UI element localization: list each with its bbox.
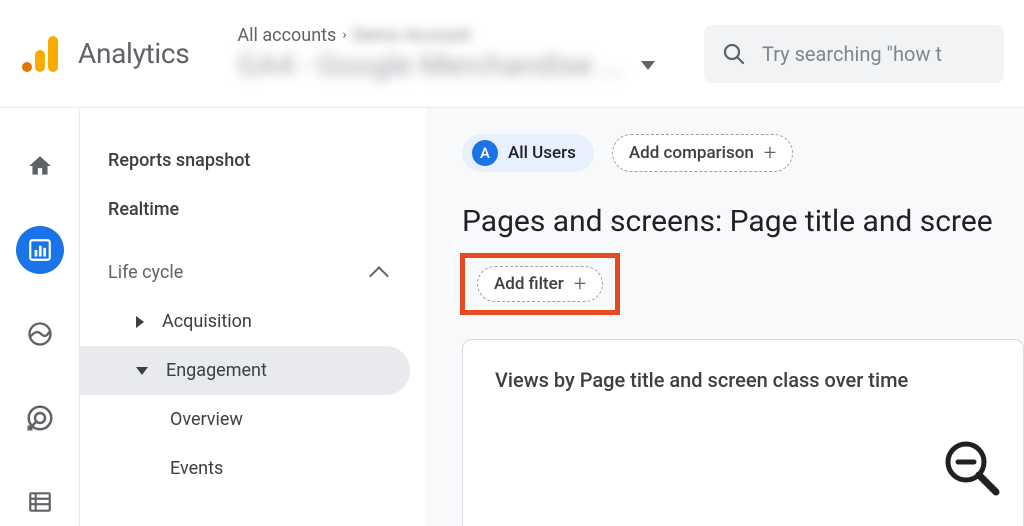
plus-icon: + bbox=[764, 141, 776, 166]
analytics-logo-icon bbox=[20, 32, 64, 76]
property-name: GA4 - Google Merchandise ... bbox=[237, 48, 623, 83]
page-title: Pages and screens: Page title and scree bbox=[462, 204, 1024, 239]
main-content: A All Users Add comparison + Pages and s… bbox=[426, 108, 1024, 526]
search-placeholder: Try searching "how t bbox=[762, 42, 942, 66]
reports-sidebar: Reports snapshot Realtime Life cycle Acq… bbox=[80, 108, 426, 526]
chevron-right-icon: › bbox=[342, 27, 346, 43]
search-input[interactable]: Try searching "how t bbox=[704, 25, 1004, 83]
logo-section: Analytics bbox=[20, 32, 189, 76]
breadcrumb-account: Demo Account bbox=[353, 25, 471, 46]
sidebar-subitem-overview[interactable]: Overview bbox=[80, 395, 426, 444]
plus-icon: + bbox=[574, 272, 586, 297]
sidebar-item-realtime[interactable]: Realtime bbox=[80, 185, 426, 234]
rail-configure-icon[interactable] bbox=[16, 478, 64, 526]
account-breadcrumb[interactable]: All accounts › Demo Account GA4 - Google… bbox=[237, 25, 694, 83]
rail-home-icon[interactable] bbox=[16, 142, 64, 190]
sidebar-item-engagement[interactable]: Engagement bbox=[80, 346, 410, 395]
add-comparison-button[interactable]: Add comparison + bbox=[612, 134, 793, 172]
segment-badge-icon: A bbox=[472, 140, 498, 166]
rail-explore-icon[interactable] bbox=[16, 310, 64, 358]
zoom-out-icon[interactable] bbox=[940, 436, 1002, 498]
app-header: Analytics All accounts › Demo Account GA… bbox=[0, 0, 1024, 108]
rail-advertising-icon[interactable] bbox=[16, 394, 64, 442]
comparison-chips: A All Users Add comparison + bbox=[462, 134, 1024, 172]
add-filter-highlight: Add filter + bbox=[460, 253, 620, 315]
search-icon bbox=[722, 42, 746, 66]
triangle-down-icon bbox=[136, 367, 148, 375]
chart-card-title: Views by Page title and screen class ove… bbox=[495, 368, 991, 392]
rail-reports-icon[interactable] bbox=[16, 226, 64, 274]
nav-rail bbox=[0, 108, 80, 526]
breadcrumb-root: All accounts bbox=[237, 25, 336, 46]
triangle-right-icon bbox=[136, 316, 144, 328]
chevron-up-icon bbox=[369, 266, 389, 286]
add-filter-button[interactable]: Add filter + bbox=[477, 266, 603, 302]
sidebar-section-lifecycle[interactable]: Life cycle bbox=[80, 248, 426, 297]
brand-name: Analytics bbox=[78, 37, 189, 70]
sidebar-item-acquisition[interactable]: Acquisition bbox=[80, 297, 426, 346]
sidebar-subitem-events[interactable]: Events bbox=[80, 444, 426, 493]
chip-all-users[interactable]: A All Users bbox=[462, 134, 594, 172]
sidebar-item-snapshot[interactable]: Reports snapshot bbox=[80, 136, 426, 185]
caret-down-icon[interactable] bbox=[641, 61, 655, 70]
